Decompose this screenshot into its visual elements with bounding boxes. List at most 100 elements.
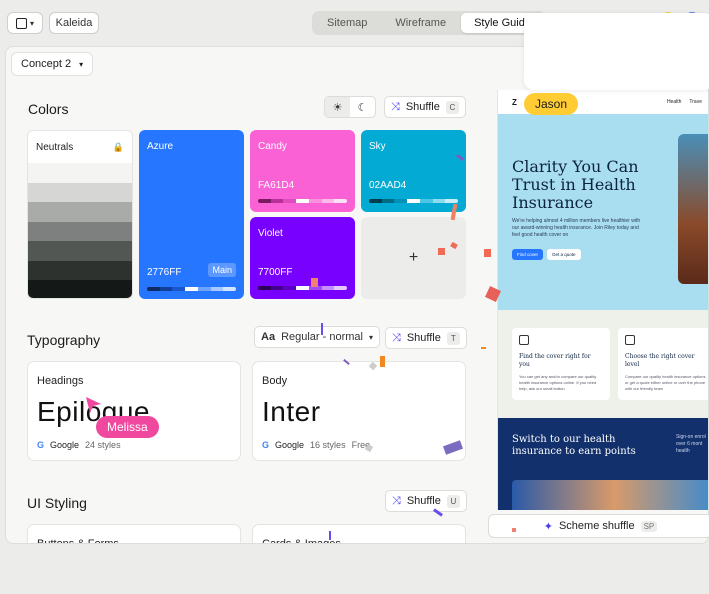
view-tabs: Sitemap Wireframe Style Guide (312, 11, 546, 35)
confetti-piece (481, 347, 486, 349)
project-name-button[interactable]: Kaleida (49, 12, 99, 34)
shuffle-icon: ⤨ (392, 331, 401, 344)
preview-hero-image (678, 134, 708, 284)
preview-primary-button: Find cover (512, 249, 544, 260)
neutral-shade (28, 280, 132, 298)
swatch-hex: 2776FF (147, 267, 182, 278)
scheme-shuffle-label: Scheme shuffle (558, 520, 635, 532)
headings-font-meta: G Google 24 styles (37, 440, 121, 450)
style-guide-panel: Concept 2 ▾ Colors ☀ ☾ ⤨ Shuffle C Neutr… (5, 46, 709, 544)
sun-icon[interactable]: ☀ (325, 97, 350, 117)
plus-icon: + (408, 249, 419, 266)
preview-bottom-band: Switch to our health insurance to earn p… (498, 418, 708, 510)
font-source: Google (275, 440, 305, 450)
body-label: Body (262, 375, 288, 387)
font-weight-select[interactable]: Aa Regular - normal ▾ (254, 326, 380, 348)
shade-bar (258, 286, 347, 290)
preview-hero-body: We're helping almost 4 million members l… (512, 218, 641, 238)
add-color-button[interactable]: + (361, 217, 466, 299)
confetti-piece (484, 249, 491, 257)
website-preview[interactable]: Z Health Trave Clarity You Can Trust in … (497, 90, 708, 510)
shuffle-icon: ⤨ (392, 494, 401, 507)
confetti-piece (321, 323, 323, 335)
body-font-card[interactable]: Body Inter G Google 16 styles Free (252, 361, 466, 461)
preview-feature-desc: Compare our quality health insurance opt… (625, 374, 706, 391)
buttons-forms-card[interactable]: Buttons & Forms (27, 524, 241, 543)
neutrals-swatch[interactable]: Neutrals 🔒 (27, 130, 133, 299)
confetti-piece (438, 248, 445, 255)
shortcut-key: U (446, 494, 460, 508)
font-source: Google (50, 440, 80, 450)
cards-images-card[interactable]: Cards & Images (252, 524, 466, 543)
chevron-down-icon: ▾ (368, 332, 373, 342)
swatch-name: Azure (147, 141, 174, 152)
headings-font-card[interactable]: Headings Epilogue G Google 24 styles (27, 361, 241, 461)
swatch-name: Candy (258, 141, 287, 152)
shade-bar (369, 199, 458, 203)
preview-features: Find the cover right for you You can get… (498, 310, 708, 418)
preview-hero-buttons: Find cover Get a quote (512, 249, 581, 260)
preview-hero: Z Health Trave Clarity You Can Trust in … (498, 90, 708, 310)
shade-bar (147, 287, 236, 291)
preview-feature-title: Choose the right cover level (625, 353, 695, 368)
concept-label: Concept 2 (21, 58, 72, 70)
typography-shuffle-button[interactable]: ⤨ Shuffle T (385, 327, 467, 349)
body-font-meta: G Google 16 styles Free (262, 440, 370, 450)
moon-icon[interactable]: ☾ (350, 97, 375, 117)
collaborator-cursor-melissa: Melissa (96, 416, 159, 438)
magic-wand-icon: ✦ (543, 520, 553, 533)
confetti-piece (380, 356, 385, 367)
app-menu-button[interactable]: ▾ (7, 12, 43, 34)
swatch-violet[interactable]: Violet 7700FF (250, 217, 355, 299)
cube-icon (15, 17, 27, 29)
tab-wireframe[interactable]: Wireframe (382, 13, 459, 33)
preview-nav-item: Trave (689, 99, 702, 105)
font-size-icon: Aa (261, 331, 276, 343)
colors-shuffle-button[interactable]: ⤨ Shuffle C (384, 96, 466, 118)
neutral-shade (28, 182, 132, 202)
shuffle-label: Shuffle (406, 495, 441, 507)
shortcut-key: C (445, 100, 459, 114)
theme-mode-toggle: ☀ ☾ (324, 96, 376, 118)
scheme-shuffle-button[interactable]: ✦ Scheme shuffle SP (488, 514, 709, 538)
preview-feature-desc: You can get any and/or compare our quali… (519, 374, 597, 391)
font-styles-count: 24 styles (85, 440, 121, 450)
neutrals-header: Neutrals 🔒 (28, 131, 132, 163)
preview-feature-card: Choose the right cover level Compare our… (618, 328, 708, 400)
neutral-shade (28, 260, 132, 280)
neutrals-label: Neutrals (36, 141, 74, 153)
preview-secondary-button: Get a quote (547, 249, 581, 260)
concept-dropdown[interactable]: Concept 2 ▾ (11, 52, 94, 76)
headings-label: Headings (37, 375, 84, 387)
font-styles-count: 16 styles (310, 440, 346, 450)
typography-title: Typography (27, 332, 101, 348)
preview-hero-title: Clarity You Can Trust in Health Insuranc… (512, 157, 639, 212)
preview-feature-title: Find the cover right for you (519, 353, 591, 368)
neutral-shade (28, 241, 132, 261)
preview-logo: Z (512, 97, 517, 107)
popover-panel (524, 13, 709, 90)
chevron-down-icon: ▾ (29, 18, 34, 28)
preview-bottom-side: Sign-on enrol over 6 mont health (676, 434, 706, 454)
lock-icon[interactable]: 🔒 (113, 142, 124, 153)
shade-bar (258, 199, 347, 203)
clipboard-icon (625, 335, 635, 345)
heart-icon (519, 335, 529, 345)
confetti-piece (329, 531, 331, 540)
preview-nav-item: Health (666, 99, 682, 105)
collaborator-cursor-jason: Jason (524, 93, 579, 115)
shuffle-label: Shuffle (405, 101, 440, 113)
swatch-candy[interactable]: Candy FA61D4 (250, 130, 355, 212)
ui-styling-shuffle-button[interactable]: ⤨ Shuffle U (385, 490, 467, 512)
shortcut-key: SP (640, 520, 658, 532)
swatch-azure[interactable]: Azure 2776FF Main (139, 130, 244, 299)
confetti-piece (311, 278, 318, 287)
swatch-sky[interactable]: Sky 02AAD4 (361, 130, 466, 212)
body-font-sample: Inter (262, 396, 321, 427)
shuffle-label: Shuffle (406, 332, 441, 344)
swatch-name: Sky (369, 141, 386, 152)
swatch-name: Violet (258, 228, 283, 239)
tab-sitemap[interactable]: Sitemap (314, 13, 380, 33)
neutral-shade (28, 202, 132, 222)
ui-styling-title: UI Styling (27, 495, 87, 511)
